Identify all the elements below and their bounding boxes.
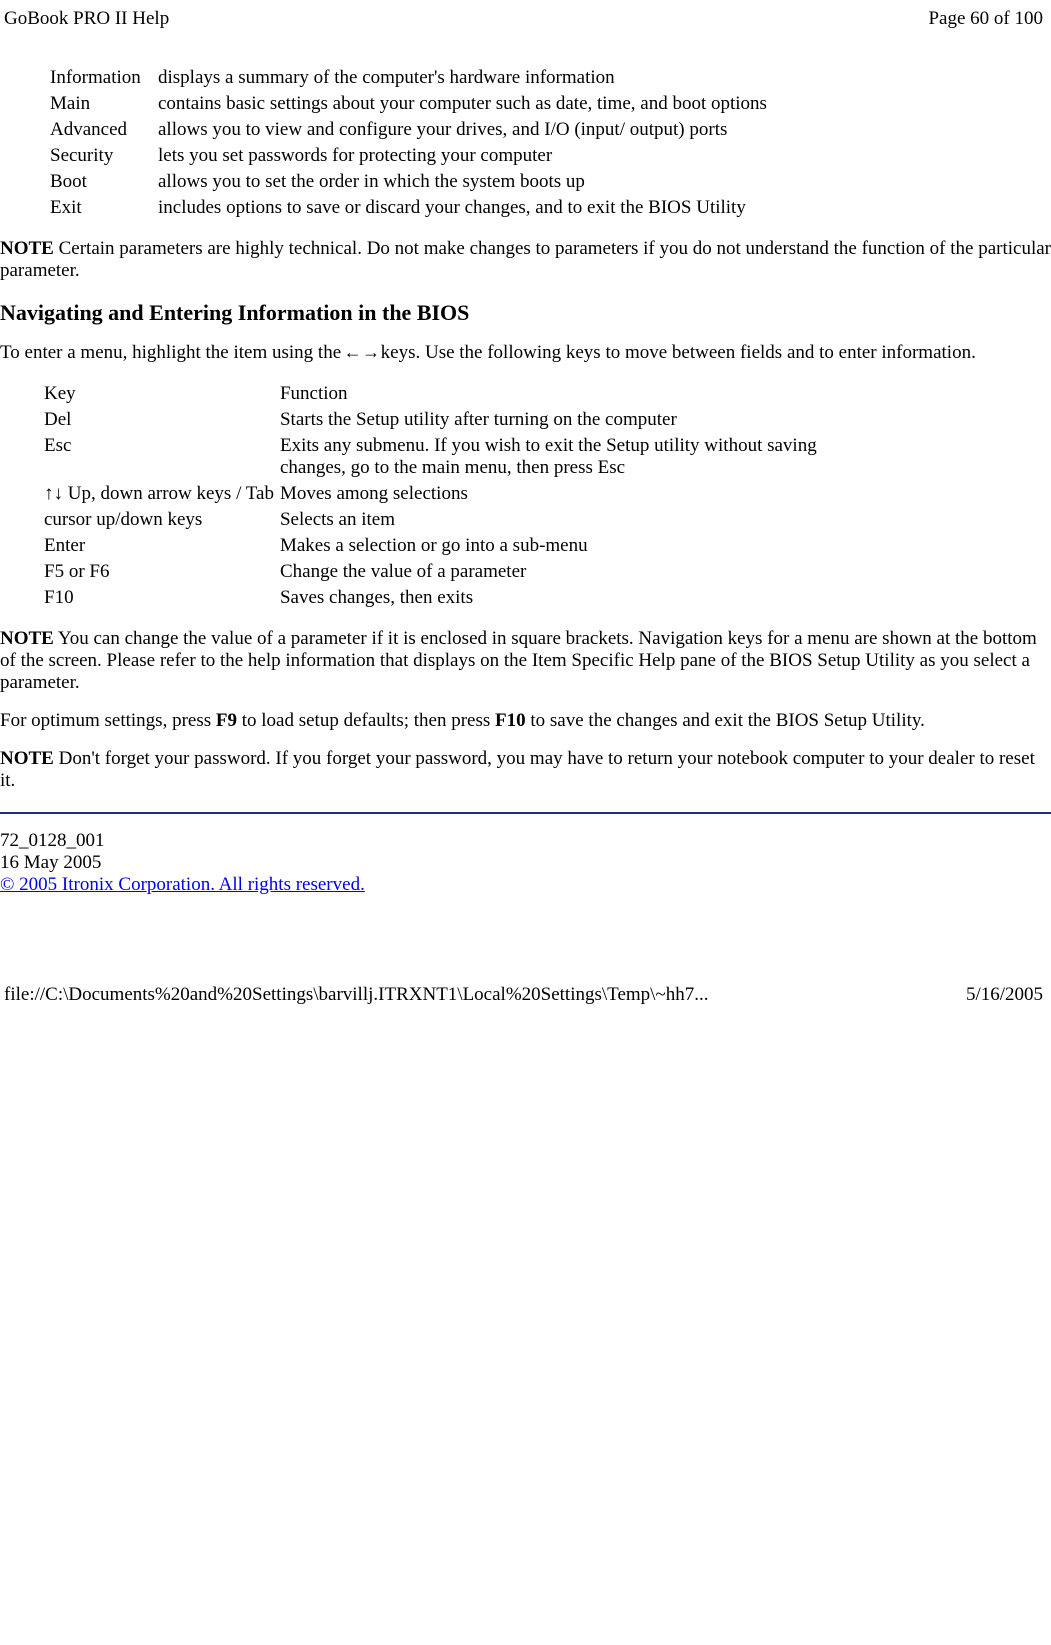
table-header-row: Key Function bbox=[44, 382, 884, 406]
text-part: to save the changes and exit the BIOS Se… bbox=[526, 710, 925, 731]
f10-key: F10 bbox=[495, 710, 526, 731]
key-cell: cursor up/down keys bbox=[44, 508, 278, 532]
key-function-table: Key Function DelStarts the Setup utility… bbox=[42, 380, 886, 612]
func-cell: Moves among selections bbox=[280, 482, 884, 506]
optimum-paragraph: For optimum settings, press F9 to load s… bbox=[0, 710, 1051, 732]
page-content: Informationdisplays a summary of the com… bbox=[0, 64, 1051, 896]
menu-name: Exit bbox=[50, 196, 156, 220]
menu-name: Security bbox=[50, 144, 156, 168]
page-footer: file://C:\Documents%20and%20Settings\bar… bbox=[0, 980, 1051, 1014]
note-text: Don't forget your password. If you forge… bbox=[0, 748, 1035, 791]
func-cell: Starts the Setup utility after turning o… bbox=[280, 408, 884, 432]
note-text: Certain parameters are highly technical.… bbox=[0, 238, 1051, 281]
table-row: F5 or F6Change the value of a parameter bbox=[44, 560, 884, 584]
bios-menu-table: Informationdisplays a summary of the com… bbox=[48, 64, 769, 222]
menu-name: Advanced bbox=[50, 118, 156, 142]
note-label: NOTE bbox=[0, 628, 54, 649]
intro-post: keys. Use the following keys to move bet… bbox=[381, 342, 976, 363]
key-cell: F5 or F6 bbox=[44, 560, 278, 584]
table-row: Exit includes options to save or discard… bbox=[50, 196, 767, 220]
menu-desc: displays a summary of the computer's har… bbox=[158, 66, 767, 90]
key-text: Up, down arrow keys / Tab bbox=[63, 483, 274, 504]
table-row: Maincontains basic settings about your c… bbox=[50, 92, 767, 116]
note-label: NOTE bbox=[0, 238, 54, 259]
text-part: For optimum settings, press bbox=[0, 710, 216, 731]
table-row: EnterMakes a selection or go into a sub-… bbox=[44, 534, 884, 558]
key-cell: Esc bbox=[44, 434, 278, 480]
func-cell: Change the value of a parameter bbox=[280, 560, 884, 584]
page-header: GoBook PRO II Help Page 60 of 100 bbox=[0, 0, 1051, 34]
menu-name: Boot bbox=[50, 170, 156, 194]
f9-key: F9 bbox=[216, 710, 237, 731]
document-date: 16 May 2005 bbox=[0, 852, 1051, 874]
menu-desc: includes options to save or discard your… bbox=[158, 196, 767, 220]
menu-desc: allows you to view and configure your dr… bbox=[158, 118, 767, 142]
table-row: Informationdisplays a summary of the com… bbox=[50, 66, 767, 90]
document-id: 72_0128_001 bbox=[0, 830, 1051, 852]
key-cell: Enter bbox=[44, 534, 278, 558]
intro-pre: To enter a menu, highlight the item usin… bbox=[0, 342, 341, 363]
table-row: ↑↓ Up, down arrow keys / Tab Moves among… bbox=[44, 482, 884, 506]
text-part: to load setup defaults; then press bbox=[237, 710, 495, 731]
note-text: You can change the value of a parameter … bbox=[0, 628, 1037, 693]
table-row: EscExits any submenu. If you wish to exi… bbox=[44, 434, 884, 480]
table-row: DelStarts the Setup utility after turnin… bbox=[44, 408, 884, 432]
footer-path: file://C:\Documents%20and%20Settings\bar… bbox=[4, 984, 708, 1006]
table-row: cursor up/down keysSelects an item bbox=[44, 508, 884, 532]
menu-desc: contains basic settings about your compu… bbox=[158, 92, 767, 116]
table-row: F10Saves changes, then exits bbox=[44, 586, 884, 610]
header-page: Page 60 of 100 bbox=[928, 8, 1043, 30]
note-paragraph: NOTE Don't forget your password. If you … bbox=[0, 748, 1051, 792]
header-title: GoBook PRO II Help bbox=[4, 8, 169, 30]
footer-date: 5/16/2005 bbox=[966, 984, 1043, 1006]
note-paragraph: NOTE You can change the value of a param… bbox=[0, 628, 1051, 694]
key-cell: Del bbox=[44, 408, 278, 432]
key-cell: F10 bbox=[44, 586, 278, 610]
table-row: Bootallows you to set the order in which… bbox=[50, 170, 767, 194]
up-down-arrow-icon: ↑↓ bbox=[44, 483, 63, 504]
note-label: NOTE bbox=[0, 748, 54, 769]
left-right-arrow-icon: ← → bbox=[341, 342, 381, 362]
intro-paragraph: To enter a menu, highlight the item usin… bbox=[0, 342, 1051, 364]
function-header: Function bbox=[280, 382, 884, 406]
copyright-link[interactable]: © 2005 Itronix Corporation. All rights r… bbox=[0, 874, 365, 895]
table-row: Advancedallows you to view and configure… bbox=[50, 118, 767, 142]
menu-name: Main bbox=[50, 92, 156, 116]
note-paragraph: NOTE Certain parameters are highly techn… bbox=[0, 238, 1051, 282]
section-heading: Navigating and Entering Information in t… bbox=[0, 300, 1051, 326]
menu-desc: allows you to set the order in which the… bbox=[158, 170, 767, 194]
menu-name: Information bbox=[50, 66, 156, 90]
key-cell: ↑↓ Up, down arrow keys / Tab bbox=[44, 482, 278, 506]
func-cell: Selects an item bbox=[280, 508, 884, 532]
key-header: Key bbox=[44, 382, 278, 406]
func-cell: Exits any submenu. If you wish to exit t… bbox=[280, 434, 884, 480]
section-divider bbox=[0, 812, 1051, 814]
func-cell: Saves changes, then exits bbox=[280, 586, 884, 610]
menu-desc: lets you set passwords for protecting yo… bbox=[158, 144, 767, 168]
func-cell: Makes a selection or go into a sub-menu bbox=[280, 534, 884, 558]
table-row: Security lets you set passwords for prot… bbox=[50, 144, 767, 168]
